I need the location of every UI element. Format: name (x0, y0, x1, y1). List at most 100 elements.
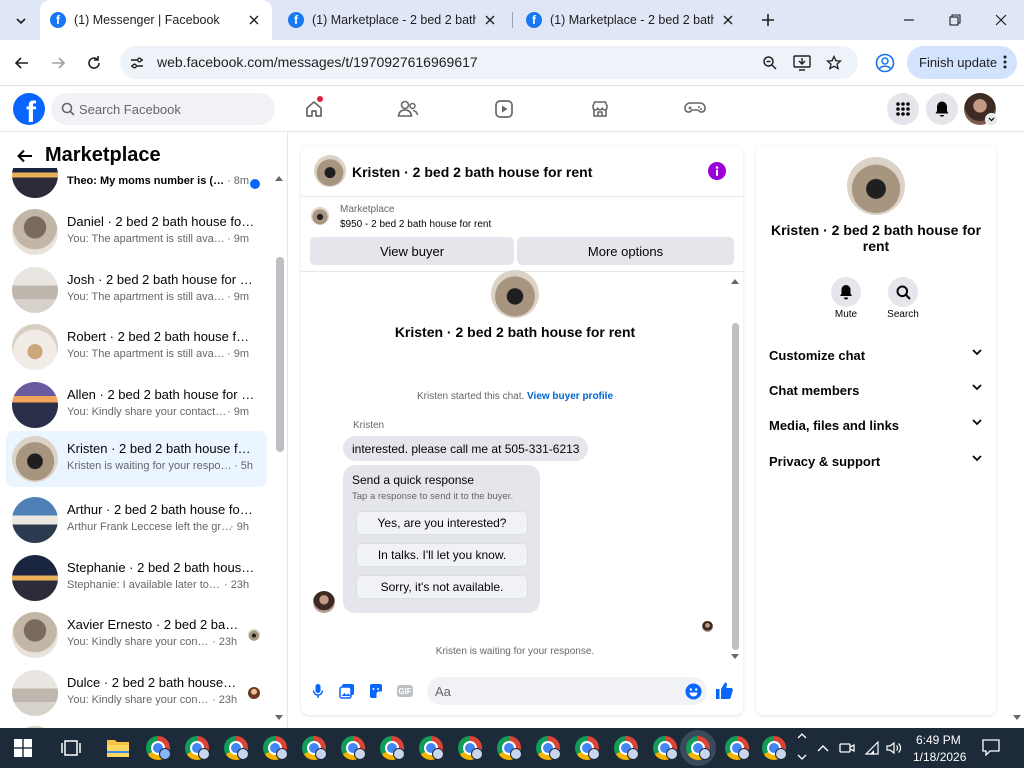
privacy-support-section[interactable]: Privacy & support (756, 446, 996, 476)
task-view-icon[interactable] (60, 738, 82, 758)
chrome-taskbar-icon[interactable] (380, 736, 405, 760)
chrome-taskbar-icon[interactable] (146, 736, 171, 760)
conversation-list-scrollbar[interactable] (276, 257, 284, 452)
site-info-icon[interactable] (128, 54, 146, 72)
chrome-taskbar-icon[interactable] (614, 736, 639, 760)
file-explorer-icon[interactable] (106, 737, 130, 759)
chrome-taskbar-icon[interactable] (419, 736, 444, 760)
meet-now-icon[interactable] (839, 740, 855, 756)
chat-avatar[interactable] (314, 155, 346, 187)
clock-date[interactable]: 1/18/2026 (913, 750, 966, 764)
chat-profile-avatar[interactable] (491, 270, 539, 318)
restore-button[interactable] (943, 8, 967, 32)
back-button[interactable] (10, 51, 34, 75)
page-scroll-down-arrow-icon[interactable] (1012, 714, 1022, 722)
show-hidden-icons[interactable] (815, 740, 831, 756)
scroll-up-arrow-icon[interactable] (274, 174, 284, 182)
chrome-taskbar-icon[interactable] (762, 736, 787, 760)
account-caret-icon[interactable] (985, 113, 998, 126)
finish-update-button[interactable]: Finish update (907, 46, 1017, 79)
reload-button[interactable] (82, 51, 106, 75)
nav-home[interactable] (297, 92, 331, 126)
thumbs-up-icon[interactable] (715, 681, 734, 700)
forward-button[interactable] (46, 51, 70, 75)
more-options-button[interactable]: More options (517, 237, 734, 265)
scroll-down-arrow-icon[interactable] (730, 653, 740, 661)
close-tab-icon[interactable] (482, 12, 498, 28)
tab-marketplace-2[interactable]: f (1) Marketplace - 2 bed 2 bath (516, 0, 746, 40)
message-input-box[interactable] (427, 677, 707, 705)
message-input[interactable] (435, 677, 675, 705)
chrome-taskbar-icon[interactable] (224, 736, 249, 760)
tab-search-button[interactable] (8, 8, 34, 34)
close-window-button[interactable] (989, 8, 1013, 32)
close-tab-icon[interactable] (246, 12, 262, 28)
wifi-icon[interactable] (864, 740, 880, 756)
sticker-button[interactable] (366, 681, 386, 701)
chat-members-section[interactable]: Chat members (756, 375, 996, 405)
conversation-item[interactable]: Stephanie · 2 bed 2 bath house ... Steph… (6, 550, 267, 606)
attach-photo-button[interactable] (337, 681, 357, 701)
nav-marketplace[interactable] (583, 92, 617, 126)
quick-response-option[interactable]: Yes, are you interested? (356, 511, 528, 535)
mute-button[interactable] (831, 277, 861, 307)
notification-center-icon[interactable] (982, 739, 1000, 756)
install-app-icon[interactable] (792, 53, 812, 73)
search-box[interactable] (51, 93, 275, 125)
conversation-item[interactable]: Dulce · 2 bed 2 bath house fo... You: Ki… (6, 665, 267, 721)
scroll-up-arrow-icon[interactable] (730, 277, 740, 285)
chrome-taskbar-icon[interactable] (725, 736, 750, 760)
chrome-taskbar-icon[interactable] (653, 736, 678, 760)
new-tab-button[interactable] (758, 10, 778, 30)
back-to-chats-button[interactable] (13, 144, 37, 168)
chat-title[interactable]: Kristen · 2 bed 2 bath house for rent (352, 164, 592, 180)
bookmark-star-icon[interactable] (824, 53, 844, 73)
listing-thumbnail[interactable] (311, 207, 329, 225)
conversation-info-button[interactable] (708, 162, 726, 180)
conversation-item[interactable]: Arthur · 2 bed 2 bath house for ... Arth… (6, 492, 267, 548)
nav-video[interactable] (487, 92, 521, 126)
message-bubble[interactable]: interested. please call me at 505-331-62… (343, 436, 589, 461)
emoji-icon[interactable] (685, 683, 702, 700)
chrome-taskbar-icon[interactable] (536, 736, 561, 760)
chrome-taskbar-icon-active[interactable] (686, 736, 711, 760)
minimize-button[interactable] (897, 8, 921, 32)
media-files-links-section[interactable]: Media, files and links (756, 410, 996, 440)
scroll-down-arrow-icon[interactable] (274, 714, 284, 722)
browser-profile-icon[interactable] (874, 52, 896, 74)
quick-response-option[interactable]: In talks. I'll let you know. (356, 543, 528, 567)
conversation-item[interactable]: Xavier Ernesto · 2 bed 2 bath ... You: K… (6, 607, 267, 663)
tab-marketplace-1[interactable]: f (1) Marketplace - 2 bed 2 bath (278, 0, 508, 40)
conversation-item[interactable]: Theo: My moms number is (42... · 8m (6, 168, 267, 203)
conversation-item[interactable]: Josh · 2 bed 2 bath house for rent You: … (6, 262, 267, 318)
windows-start-icon[interactable] (14, 739, 32, 757)
close-tab-icon[interactable] (720, 12, 736, 28)
chrome-taskbar-icon[interactable] (458, 736, 483, 760)
conversation-item[interactable] (6, 721, 267, 728)
facebook-logo-icon[interactable]: f (13, 93, 45, 125)
conversation-item[interactable]: Daniel · 2 bed 2 bath house for ... You:… (6, 204, 267, 260)
view-buyer-button[interactable]: View buyer (310, 237, 514, 265)
clock-time[interactable]: 6:49 PM (916, 733, 961, 747)
conversation-item[interactable]: Allen · 2 bed 2 bath house for r... You:… (6, 377, 267, 433)
tab-messenger[interactable]: f (1) Messenger | Facebook (40, 0, 272, 40)
view-buyer-profile-link[interactable]: View buyer profile (527, 391, 613, 402)
chrome-taskbar-icon[interactable] (185, 736, 210, 760)
zoom-icon[interactable] (760, 53, 780, 73)
conversation-item-selected[interactable]: Kristen · 2 bed 2 bath house for... Kris… (6, 431, 267, 487)
nav-gaming[interactable] (678, 92, 712, 126)
taskbar-scroll-up-icon[interactable] (797, 732, 807, 739)
search-input[interactable] (79, 93, 269, 125)
message-thread-scrollbar[interactable] (732, 323, 739, 650)
profile-avatar[interactable] (847, 157, 905, 215)
menu-button[interactable] (887, 93, 919, 125)
search-in-conversation-button[interactable] (888, 277, 918, 307)
chrome-taskbar-icon[interactable] (575, 736, 600, 760)
chrome-taskbar-icon[interactable] (302, 736, 327, 760)
chrome-taskbar-icon[interactable] (263, 736, 288, 760)
conversation-item[interactable]: Robert · 2 bed 2 bath house for ... You:… (6, 319, 267, 375)
address-bar[interactable]: web.facebook.com/messages/t/197092761696… (120, 46, 858, 79)
quick-response-option[interactable]: Sorry, it's not available. (356, 575, 528, 599)
customize-chat-section[interactable]: Customize chat (756, 340, 996, 370)
volume-icon[interactable] (886, 740, 902, 756)
